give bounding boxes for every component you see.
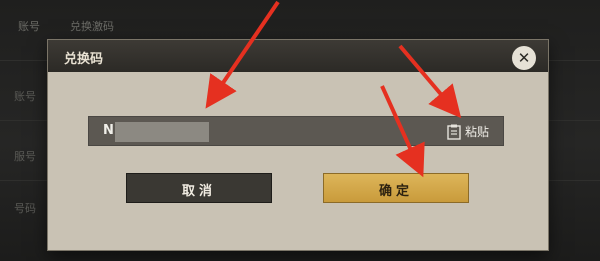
background-tab-center: 兑换激码 [70,20,114,33]
cancel-label: 取消 [181,184,216,199]
dialog-title: 兑换码 [64,52,104,67]
clipboard-icon [447,124,461,140]
background-side-label-1: 账号 [14,90,36,103]
background-side-label-2: 服号 [14,150,36,163]
cancel-button[interactable]: 取消 [126,173,272,203]
redeem-code-input[interactable]: N 粘贴 [88,116,504,146]
background-side-label-3: 号码 [14,202,36,215]
background-tab-left: 账号 [18,20,40,33]
close-icon[interactable]: ✕ [512,46,536,70]
confirm-label: 确定 [378,184,413,199]
paste-label: 粘贴 [465,125,490,139]
paste-button[interactable]: 粘贴 [445,122,503,142]
redeem-code-dialog: 兑换码 ✕ N 粘贴 取消 确定 [48,40,548,250]
confirm-button[interactable]: 确定 [323,173,469,203]
dialog-header: 兑换码 [48,40,548,72]
blurred-code-area [115,122,209,142]
input-value: N [103,123,114,138]
